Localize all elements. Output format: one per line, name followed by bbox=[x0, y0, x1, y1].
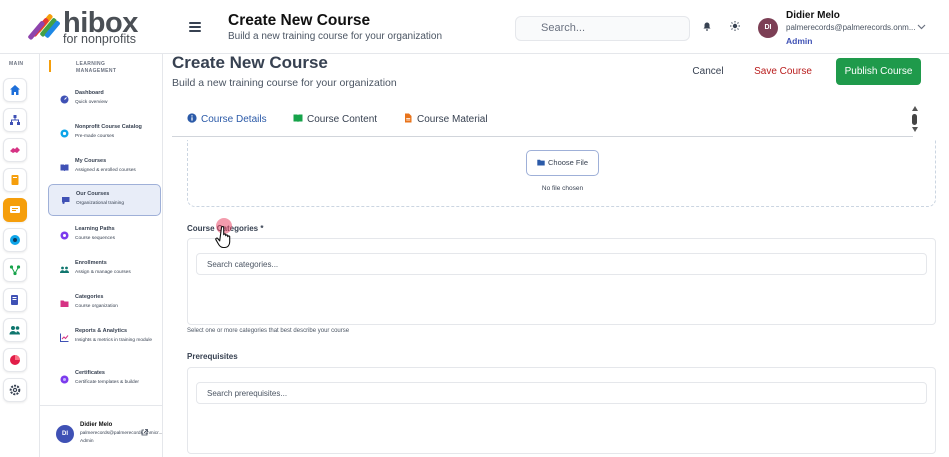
search-categories-input[interactable]: Search categories... bbox=[196, 253, 927, 275]
rail-users-button[interactable] bbox=[3, 318, 27, 342]
search-prerequisites-input[interactable]: Search prerequisites... bbox=[196, 382, 927, 404]
gear-icon bbox=[9, 384, 21, 396]
menu-item-learning-paths[interactable]: Learning Paths Course sequences bbox=[48, 220, 161, 252]
course-tabs: Course Details Course Content Course Mat… bbox=[172, 105, 913, 137]
theme-toggle-sun-icon[interactable] bbox=[730, 21, 740, 34]
learning-management-menu: LEARNING MANAGEMENT Dashboard Quick over… bbox=[40, 54, 163, 457]
route-icon bbox=[9, 265, 21, 276]
chalkboard-teacher-icon bbox=[62, 197, 70, 204]
rail-compass-button[interactable] bbox=[3, 228, 27, 252]
rail-forms-button[interactable] bbox=[3, 288, 27, 312]
folder-icon bbox=[60, 300, 69, 307]
catalog-globe-icon bbox=[60, 129, 69, 138]
handshake-icon bbox=[10, 147, 20, 153]
menu-section-label: LEARNING MANAGEMENT bbox=[76, 61, 117, 74]
menu-item-reports-analytics[interactable]: Reports & Analytics Insights & metrics i… bbox=[48, 322, 161, 354]
menu-item-certificates[interactable]: Certificates Certificate templates & bui… bbox=[48, 364, 161, 396]
menu-item-our-courses[interactable]: Our Courses Organizational training bbox=[48, 184, 161, 216]
compass-icon bbox=[10, 235, 20, 245]
hierarchy-icon bbox=[10, 115, 20, 125]
profile-name: Didier Melo bbox=[80, 422, 113, 428]
rail-home-button[interactable] bbox=[3, 78, 27, 102]
book-icon bbox=[11, 175, 19, 185]
sidebar-user-profile[interactable]: DI Didier Melo palmerecords@palmerecords… bbox=[40, 405, 163, 457]
notification-bell-icon[interactable] bbox=[703, 22, 711, 33]
publish-course-button[interactable]: Publish Course bbox=[836, 58, 921, 85]
save-course-button[interactable]: Save Course bbox=[753, 59, 813, 84]
scroll-up-arrow-icon[interactable] bbox=[912, 106, 918, 111]
menu-item-my-courses[interactable]: My Courses Assigned & enrolled courses bbox=[48, 152, 161, 184]
rail-settings-button[interactable] bbox=[3, 378, 27, 402]
user-role: Admin bbox=[786, 36, 813, 46]
logo-mark-icon bbox=[28, 14, 60, 40]
home-icon bbox=[10, 85, 20, 95]
chalkboard-icon bbox=[10, 206, 20, 213]
scroll-down-arrow-icon[interactable] bbox=[912, 127, 918, 132]
file-icon bbox=[405, 113, 412, 123]
page-subtitle: Build a new training course for your org… bbox=[172, 77, 397, 89]
tab-course-content[interactable]: Course Content bbox=[293, 113, 377, 133]
menu-item-categories[interactable]: Categories Course organization bbox=[48, 288, 161, 320]
main-content: Create New Course Build a new training c… bbox=[163, 54, 949, 457]
profile-email: palmerecords@palmerecords.onmicr... bbox=[80, 431, 163, 436]
logo-subtitle: for nonprofits bbox=[63, 32, 136, 46]
chart-line-icon bbox=[60, 333, 69, 342]
users-icon bbox=[9, 326, 20, 335]
path-compass-icon bbox=[60, 231, 69, 240]
info-circle-icon bbox=[187, 113, 197, 123]
rail-reports-button[interactable] bbox=[3, 348, 27, 372]
avatar: DI bbox=[56, 425, 74, 443]
search-input[interactable]: Search... bbox=[515, 16, 690, 41]
open-book-icon bbox=[293, 114, 303, 123]
prerequisites-label: Prerequisites bbox=[187, 352, 238, 361]
hand-pointer-cursor-icon bbox=[212, 218, 236, 257]
icon-rail: MAIN bbox=[0, 54, 40, 457]
rail-book-button[interactable] bbox=[3, 168, 27, 192]
rail-hierarchy-button[interactable] bbox=[3, 108, 27, 132]
document-edit-icon bbox=[11, 295, 18, 305]
hibox-logo[interactable]: hibox for nonprofits bbox=[28, 7, 138, 46]
rail-paths-button[interactable] bbox=[3, 258, 27, 282]
menu-item-nonprofit-catalog[interactable]: Nonprofit Course Catalog Pre-made course… bbox=[48, 118, 161, 150]
header-subtitle: Build a new training course for your org… bbox=[228, 31, 443, 42]
profile-role: Admin bbox=[80, 439, 94, 444]
page-title: Create New Course bbox=[172, 54, 328, 72]
certificate-icon bbox=[60, 375, 69, 384]
hamburger-menu-icon[interactable] bbox=[189, 22, 201, 32]
rail-handshake-button[interactable] bbox=[3, 138, 27, 162]
rail-courses-button[interactable] bbox=[3, 198, 27, 222]
menu-item-dashboard[interactable]: Dashboard Quick overview bbox=[48, 84, 161, 116]
prerequisites-selector: Search prerequisites... bbox=[187, 367, 936, 454]
top-header: hibox for nonprofits Create New Course B… bbox=[0, 0, 949, 54]
users-group-icon bbox=[60, 266, 69, 273]
user-avatar[interactable]: DI bbox=[758, 18, 778, 38]
external-link-icon[interactable] bbox=[141, 429, 148, 438]
categories-hint: Select one or more categories that best … bbox=[187, 328, 350, 334]
scroll-thumb[interactable] bbox=[912, 114, 917, 125]
cancel-button[interactable]: Cancel bbox=[686, 59, 730, 84]
dashboard-gauge-icon bbox=[60, 95, 69, 104]
categories-selector: Search categories... bbox=[187, 238, 936, 325]
tab-course-material[interactable]: Course Material bbox=[403, 113, 488, 133]
rail-section-label: MAIN bbox=[9, 61, 24, 67]
file-status-text: No file chosen bbox=[541, 185, 584, 192]
header-title: Create New Course bbox=[228, 12, 371, 29]
tab-course-details[interactable]: Course Details bbox=[187, 113, 267, 133]
user-name: Didier Melo bbox=[786, 10, 840, 21]
chevron-down-icon[interactable] bbox=[917, 22, 926, 32]
folder-open-icon bbox=[537, 159, 545, 166]
menu-item-enrollments[interactable]: Enrollments Assign & manage courses bbox=[48, 254, 161, 286]
open-book-icon bbox=[60, 164, 69, 172]
choose-file-button[interactable]: Choose File bbox=[526, 150, 599, 176]
file-dropzone[interactable]: Choose File No file chosen bbox=[187, 140, 936, 207]
menu-accent-bar bbox=[49, 60, 51, 72]
pie-chart-icon bbox=[10, 355, 20, 365]
user-email: palmerecords@palmerecords.onm... bbox=[786, 23, 916, 32]
